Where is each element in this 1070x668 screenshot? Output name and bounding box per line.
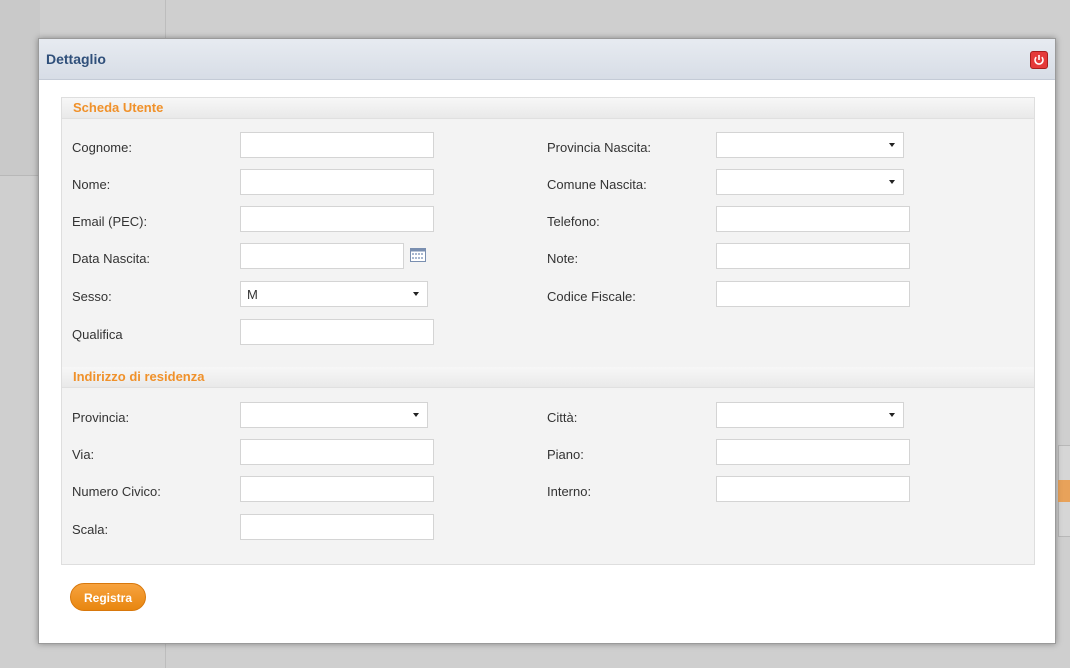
nome-label: Nome:	[72, 177, 111, 192]
form-panel: Scheda Utente Cognome: Nome: Email (PEC)…	[61, 97, 1035, 565]
sesso-value: M	[247, 287, 258, 302]
provincia-label: Provincia:	[72, 410, 130, 425]
data-nascita-input[interactable]	[240, 243, 404, 269]
provincia-nascita-select[interactable]	[716, 132, 904, 158]
chevron-down-icon	[413, 292, 419, 296]
cognome-input[interactable]	[240, 132, 434, 158]
dialog-title: Dettaglio	[46, 51, 106, 67]
numero-civico-input[interactable]	[240, 476, 434, 502]
power-icon	[1034, 55, 1044, 65]
codice-fiscale-label: Codice Fiscale:	[547, 289, 636, 304]
email-input[interactable]	[240, 206, 434, 232]
chevron-down-icon	[889, 413, 895, 417]
email-label: Email (PEC):	[72, 214, 148, 229]
provincia-nascita-label: Provincia Nascita:	[547, 140, 652, 155]
numero-civico-label: Numero Civico:	[72, 484, 161, 499]
telefono-input[interactable]	[716, 206, 910, 232]
codice-fiscale-input[interactable]	[716, 281, 910, 307]
via-input[interactable]	[240, 439, 434, 465]
section-title: Scheda Utente	[73, 100, 164, 115]
qualifica-label: Qualifica	[72, 327, 123, 342]
telefono-label: Telefono:	[547, 214, 600, 229]
comune-nascita-select[interactable]	[716, 169, 904, 195]
section-header-indirizzo-residenza: Indirizzo di residenza	[62, 367, 1034, 388]
sesso-select[interactable]: M	[240, 281, 428, 307]
note-label: Note:	[547, 251, 579, 266]
section-header-scheda-utente: Scheda Utente	[62, 98, 1034, 119]
chevron-down-icon	[413, 413, 419, 417]
nome-input[interactable]	[240, 169, 434, 195]
interno-label: Interno:	[547, 484, 592, 499]
detail-dialog: Dettaglio Scheda Utente Cognome: Nome: E…	[38, 38, 1056, 644]
data-nascita-label: Data Nascita:	[72, 251, 151, 266]
background-sidebar	[0, 0, 40, 176]
citta-label: Città:	[547, 410, 578, 425]
piano-label: Piano:	[547, 447, 584, 462]
scala-label: Scala:	[72, 522, 109, 537]
citta-select[interactable]	[716, 402, 904, 428]
chevron-down-icon	[889, 143, 895, 147]
chevron-down-icon	[889, 180, 895, 184]
sesso-label: Sesso:	[72, 289, 112, 304]
calendar-icon[interactable]	[410, 248, 426, 262]
close-button[interactable]	[1030, 51, 1048, 69]
via-label: Via:	[72, 447, 95, 462]
background-button	[1058, 480, 1070, 502]
cognome-label: Cognome:	[72, 140, 132, 155]
provincia-select[interactable]	[240, 402, 428, 428]
dialog-titlebar: Dettaglio	[39, 39, 1055, 80]
scala-input[interactable]	[240, 514, 434, 540]
interno-input[interactable]	[716, 476, 910, 502]
note-input[interactable]	[716, 243, 910, 269]
piano-input[interactable]	[716, 439, 910, 465]
qualifica-input[interactable]	[240, 319, 434, 345]
comune-nascita-label: Comune Nascita:	[547, 177, 647, 192]
section-title: Indirizzo di residenza	[73, 369, 205, 384]
registra-button[interactable]: Registra	[70, 583, 146, 611]
